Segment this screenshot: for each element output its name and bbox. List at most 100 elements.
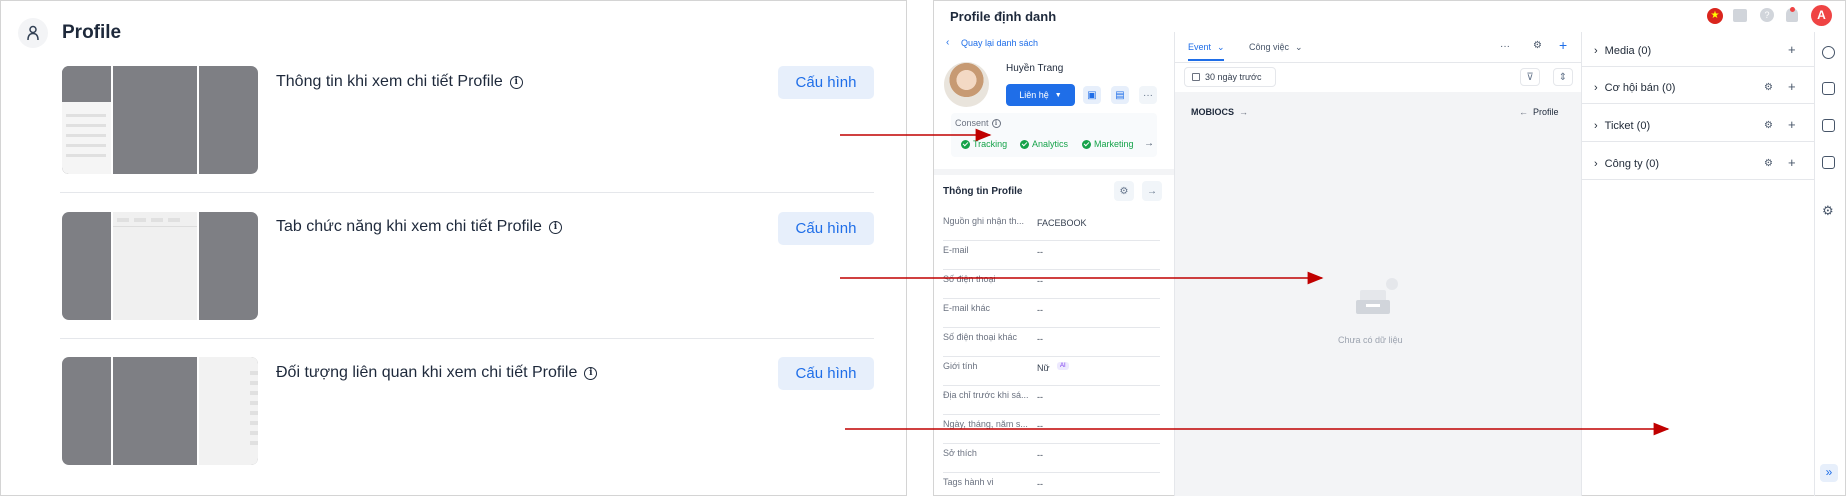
panel-title: Profile định danh (950, 9, 1057, 24)
notification-dot (1790, 7, 1795, 12)
plus-icon[interactable]: + (1788, 79, 1796, 94)
item-title-text: Đối tượng liên quan khi xem chi tiết Pro… (276, 364, 578, 381)
configure-tabs-button[interactable]: Cấu hình (778, 212, 874, 245)
flag-icon[interactable]: ★ (1707, 8, 1723, 24)
arrow-right-icon[interactable]: → (1142, 181, 1162, 201)
active-tab-indicator (1188, 59, 1224, 61)
gear-icon[interactable]: ⚙ (1114, 181, 1134, 201)
back-to-list-link[interactable]: Quay lại danh sách (961, 38, 1038, 48)
gear-icon[interactable]: ⚙ (1764, 158, 1773, 169)
gear-icon[interactable]: ⚙ (1533, 40, 1542, 51)
related-media-label: Media (0) (1604, 45, 1652, 57)
arrow-left-icon: ← (1519, 107, 1528, 117)
calendar-icon[interactable]: ▤ (1111, 86, 1129, 104)
chevron-left-icon[interactable]: ‹ (946, 37, 949, 48)
check-circle-icon (961, 139, 970, 149)
page-title: Profile (62, 22, 122, 43)
book-icon[interactable] (1733, 9, 1747, 22)
info-icon[interactable]: i (991, 118, 1001, 128)
inbox-empty-icon (1354, 276, 1402, 325)
related-opportunity[interactable]: › Cơ hội bán (0) (1594, 82, 1675, 94)
chevron-right-icon: › (1594, 120, 1598, 132)
item-title-related: Đối tượng liên quan khi xem chi tiết Pro… (276, 364, 598, 382)
field-value[interactable]: -- (1037, 450, 1043, 460)
field-value[interactable]: Nữ (1037, 363, 1050, 373)
divider (1582, 66, 1814, 67)
field-label: Giới tính (943, 361, 978, 371)
field-label: Địa chỉ trước khi sá... (943, 390, 1029, 400)
field-value[interactable]: -- (1037, 305, 1043, 315)
more-icon[interactable]: ··· (1500, 41, 1510, 52)
info-icon[interactable]: i (548, 220, 562, 234)
empty-state-text: Chưa có dữ liệu (1338, 335, 1403, 345)
contact-icon[interactable] (1822, 46, 1835, 59)
field-row: Ngày, tháng, năm s... -- (943, 415, 1160, 444)
field-label: Nguồn ghi nhận th... (943, 216, 1025, 226)
field-value[interactable]: -- (1037, 334, 1043, 344)
field-value[interactable]: -- (1037, 421, 1043, 431)
consent-analytics-label: Analytics (1032, 139, 1069, 149)
info-icon[interactable]: i (584, 366, 598, 380)
related-ticket-label: Ticket (0) (1604, 120, 1651, 132)
contact-button[interactable]: Liên hệ ▼ (1006, 84, 1075, 106)
field-row: Giới tính Nữ AI (943, 357, 1160, 386)
plus-icon[interactable]: + (1788, 42, 1796, 57)
field-label: E-mail khác (943, 303, 991, 313)
help-icon[interactable]: ? (1760, 8, 1774, 22)
profile-name: Huyền Trang (1006, 63, 1064, 74)
more-icon[interactable]: ··· (1139, 86, 1157, 104)
tab-event-label: Event (1188, 42, 1212, 52)
divider (60, 192, 874, 193)
deals-icon[interactable] (1822, 82, 1835, 95)
field-value[interactable]: -- (1037, 276, 1043, 286)
tab-tasks[interactable]: Công việc ⌄ (1249, 42, 1303, 53)
item-title-info: Thông tin khi xem chi tiết Profile i (276, 73, 523, 91)
gear-icon[interactable]: ⚙ (1764, 82, 1773, 93)
field-value[interactable]: -- (1037, 479, 1043, 489)
field-value[interactable]: -- (1037, 247, 1043, 257)
plus-icon[interactable]: + (1559, 37, 1567, 53)
related-company[interactable]: › Công ty (0) (1594, 158, 1659, 170)
info-layout-thumbnail (62, 66, 258, 174)
divider (1582, 103, 1814, 104)
plus-icon[interactable]: + (1788, 155, 1796, 170)
related-ticket[interactable]: › Ticket (0) (1594, 120, 1650, 132)
field-row: Sở thích -- (943, 444, 1160, 473)
company-icon[interactable] (1822, 156, 1835, 169)
clipboard-icon[interactable]: ▣ (1083, 86, 1101, 104)
chevron-right-icon: › (1594, 45, 1598, 57)
column-divider (1814, 32, 1815, 496)
filter-icon[interactable]: ⊽ (1520, 68, 1540, 86)
field-value[interactable]: -- (1037, 392, 1043, 402)
check-circle-icon (1020, 139, 1029, 149)
tab-event[interactable]: Event ⌄ (1188, 42, 1225, 53)
gear-icon[interactable]: ⚙ (1822, 203, 1834, 219)
contact-button-label: Liên hệ (1019, 90, 1049, 100)
field-label: E-mail (943, 245, 969, 255)
related-media[interactable]: › Media (0) (1594, 45, 1651, 57)
consent-marketing-label: Marketing (1094, 139, 1134, 149)
tab-tasks-label: Công việc (1249, 42, 1290, 52)
field-row: Số điện thoại khác -- (943, 328, 1160, 357)
ticket-icon[interactable] (1822, 119, 1835, 132)
info-section-title: Thông tin Profile (943, 186, 1023, 197)
field-row: Nguồn ghi nhận th... FACEBOOK (943, 212, 1160, 241)
configure-related-button[interactable]: Cấu hình (778, 357, 874, 390)
double-chevron-right-icon[interactable]: » (1820, 464, 1838, 482)
chevron-down-icon: ⌄ (1217, 42, 1225, 52)
plus-icon[interactable]: + (1788, 117, 1796, 132)
collapse-icon[interactable]: ⇕ (1553, 68, 1573, 86)
consent-tracking-label: Tracking (973, 139, 1008, 149)
info-icon[interactable]: i (509, 75, 523, 89)
user-icon (18, 18, 48, 48)
date-filter-label: 30 ngày trước (1205, 72, 1262, 82)
field-value[interactable]: FACEBOOK (1037, 218, 1087, 228)
gear-icon[interactable]: ⚙ (1764, 120, 1773, 131)
tabs-layout-thumbnail (62, 212, 258, 320)
section-gap (934, 169, 1174, 175)
arrow-right-icon[interactable]: → (1144, 138, 1154, 149)
configure-info-button[interactable]: Cấu hình (778, 66, 874, 99)
avatar[interactable]: A (1811, 5, 1832, 26)
date-filter[interactable]: 30 ngày trước (1184, 67, 1276, 87)
item-title-text: Thông tin khi xem chi tiết Profile (276, 73, 503, 90)
